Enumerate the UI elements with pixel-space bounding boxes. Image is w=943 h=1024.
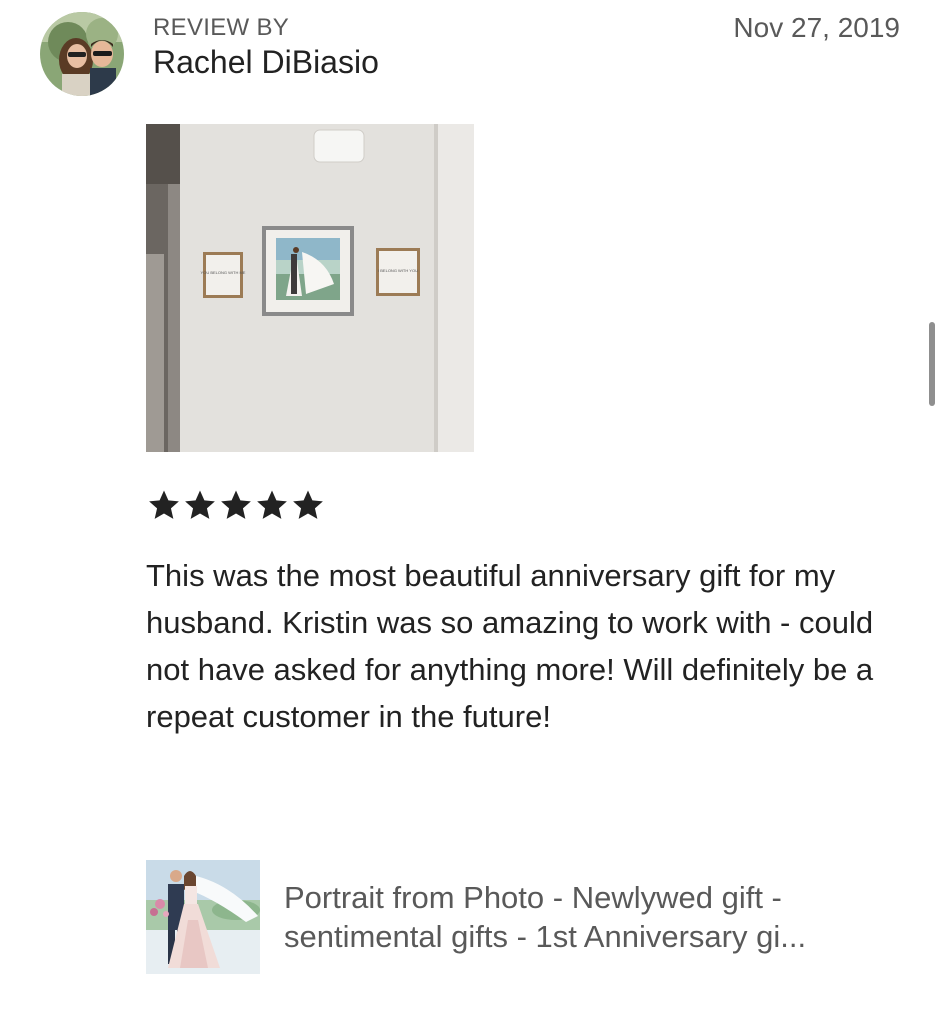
star-icon: [185, 490, 215, 519]
review-by-label: REVIEW BY: [153, 14, 290, 41]
product-title[interactable]: Portrait from Photo - Newlywed gift - se…: [284, 878, 904, 956]
right-sign-text: I BELONG WITH YOU: [378, 268, 418, 273]
reviewer-name[interactable]: Rachel DiBiasio: [153, 44, 379, 81]
left-sign-text: YOU BELONG WITH ME: [201, 270, 246, 275]
review-photo[interactable]: YOU BELONG WITH ME I BELONG WITH YOU: [146, 124, 474, 452]
reviewer-avatar[interactable]: [40, 12, 124, 96]
star-icon: [257, 490, 287, 519]
star-icon: [149, 490, 179, 519]
star-icon: [221, 490, 251, 519]
star-icon: [293, 490, 323, 519]
reviewed-product-link[interactable]: Portrait from Photo - Newlywed gift - se…: [146, 860, 906, 974]
product-thumbnail[interactable]: [146, 860, 260, 974]
scrollbar-thumb[interactable]: [929, 322, 935, 406]
review-date: Nov 27, 2019: [733, 12, 900, 43]
review-text: This was the most beautiful anniversary …: [146, 558, 874, 734]
star-rating: [146, 488, 326, 522]
